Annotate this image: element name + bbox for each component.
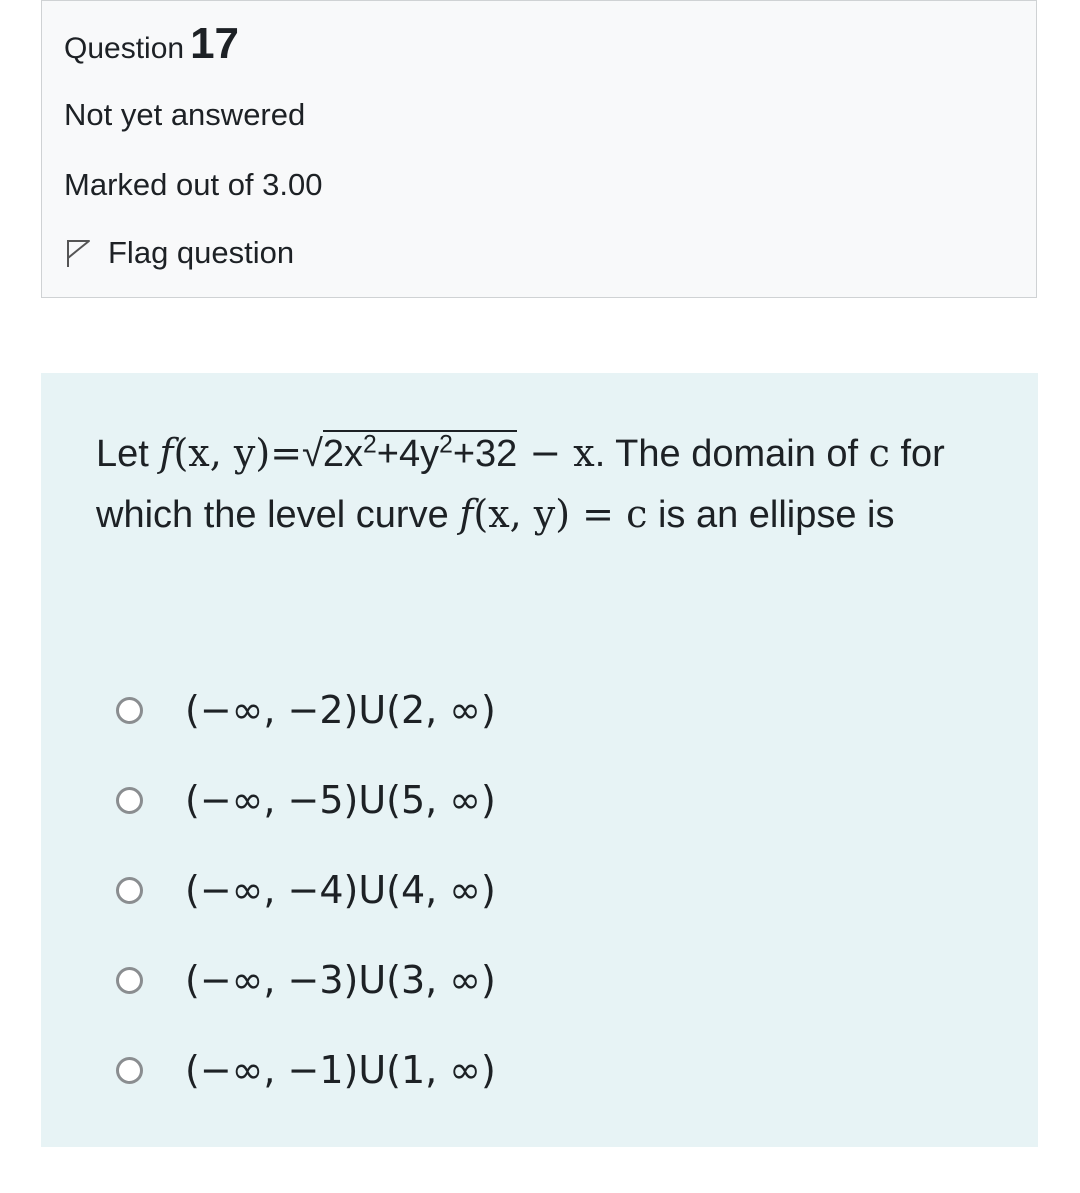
question-content-panel: Let f(x, y)=√2x2+4y2+32 − x. The domain … xyxy=(41,373,1038,1147)
radicand: 2x2+4y2+32 xyxy=(322,430,518,475)
question-info-panel: Question 17 Not yet answered Marked out o… xyxy=(41,0,1037,298)
answer-label[interactable]: (−∞, −1)U(1, ∞) xyxy=(185,1048,496,1092)
answer-option-3[interactable]: (−∞, −4)U(4, ∞) xyxy=(116,845,496,935)
answer-list: (−∞, −2)U(2, ∞) (−∞, −5)U(5, ∞) (−∞, −4)… xyxy=(116,665,496,1115)
radicand-exp-a: 2 xyxy=(363,431,377,459)
answer-label[interactable]: (−∞, −3)U(3, ∞) xyxy=(185,958,496,1002)
radio-button[interactable] xyxy=(116,876,143,904)
question-text: Let f(x, y)=√2x2+4y2+32 − x. The domain … xyxy=(96,423,976,545)
qtext-args2: (x, y) xyxy=(473,492,571,536)
flag-question-link[interactable]: Flag question xyxy=(64,235,294,271)
qtext-c2: c xyxy=(626,492,648,536)
radicand-term-a: 2x xyxy=(322,433,364,475)
qtext-minus-x: − x xyxy=(517,431,595,475)
qtext-ending: is an ellipse is xyxy=(647,494,895,536)
qtext-f: f xyxy=(159,431,174,475)
flag-outline-icon xyxy=(64,237,92,269)
qtext-equals2: = xyxy=(570,492,627,536)
question-number-heading: Question 17 xyxy=(64,19,239,69)
question-word: Question xyxy=(64,32,185,65)
answer-label[interactable]: (−∞, −5)U(5, ∞) xyxy=(185,778,496,822)
radicand-term-b: +4y xyxy=(376,433,440,475)
radicand-term-c: +32 xyxy=(452,433,518,475)
question-state: Not yet answered xyxy=(64,97,306,132)
answer-option-4[interactable]: (−∞, −3)U(3, ∞) xyxy=(116,935,496,1025)
radio-button[interactable] xyxy=(116,1056,143,1084)
question-grade: Marked out of 3.00 xyxy=(64,167,323,202)
radio-button[interactable] xyxy=(116,966,143,994)
answer-option-1[interactable]: (−∞, −2)U(2, ∞) xyxy=(116,665,496,755)
qtext-c1: c xyxy=(868,431,890,475)
radicand-exp-b: 2 xyxy=(439,431,453,459)
answer-label[interactable]: (−∞, −4)U(4, ∞) xyxy=(185,868,496,912)
qtext-equals: = xyxy=(270,431,303,475)
qtext-f2: f xyxy=(459,492,474,536)
radio-button[interactable] xyxy=(116,696,143,724)
question-number: 17 xyxy=(190,19,240,68)
qtext-args: (x, y) xyxy=(173,431,271,475)
answer-option-5[interactable]: (−∞, −1)U(1, ∞) xyxy=(116,1025,496,1115)
flag-question-label: Flag question xyxy=(108,235,295,270)
qtext-intro: Let xyxy=(96,433,160,475)
answer-option-2[interactable]: (−∞, −5)U(5, ∞) xyxy=(116,755,496,845)
qtext-after-formula: . The domain of xyxy=(594,433,869,475)
radio-button[interactable] xyxy=(116,786,143,814)
answer-label[interactable]: (−∞, −2)U(2, ∞) xyxy=(185,688,496,732)
square-root: √2x2+4y2+32 xyxy=(302,424,518,484)
radical-sign-icon: √ xyxy=(302,433,323,475)
